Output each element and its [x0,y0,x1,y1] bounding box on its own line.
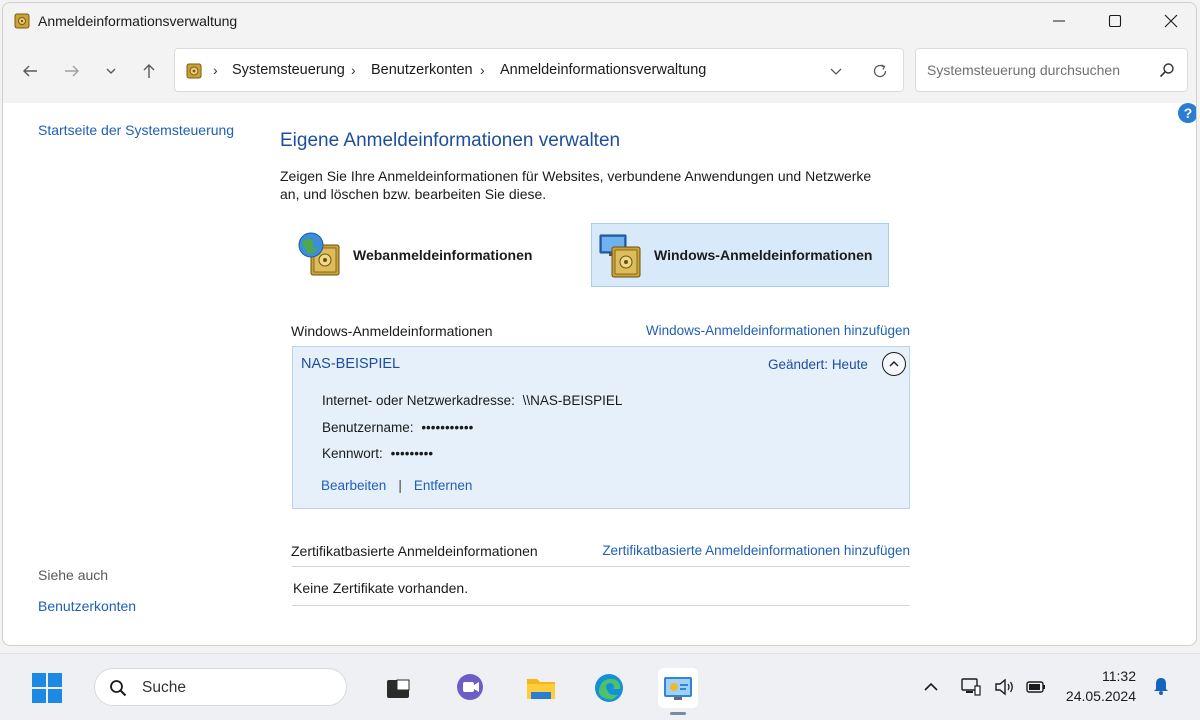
password-label: Kennwort: [322,446,383,461]
windows-credentials-vault-icon [599,234,641,278]
certificate-credentials-heading: Zertifikatbasierte Anmeldeinformationen [291,543,538,559]
address-label: Internet- oder Netzwerkadresse: [322,393,515,408]
breadcrumb-benutzerkonten[interactable]: Benutzerkonten [371,62,473,78]
window-title: Anmeldeinformationsverwaltung [38,13,238,29]
changed-value: Heute [831,357,868,372]
windows-credentials-heading: Windows-Anmeldeinformationen [291,323,493,339]
refresh-icon[interactable] [871,62,889,80]
add-windows-credential-link[interactable]: Windows-Anmeldeinformationen hinzufügen [608,323,910,338]
user-accounts-link[interactable]: Benutzerkonten [38,598,136,614]
password-field: Kennwort: ••••••••• [322,446,433,461]
help-icon[interactable]: ? [1178,103,1196,123]
control-panel-app[interactable] [658,668,698,715]
edge-browser-app[interactable] [589,668,629,708]
arrow-right-icon [65,65,79,77]
navigation-bar: › Systemsteuerung › Benutzerkonten › Anm… [3,39,1196,103]
breadcrumb-separator-icon: › [213,62,218,78]
credential-changed: Geändert: Heute [768,357,868,372]
teams-app[interactable] [450,668,490,708]
breadcrumb-separator-icon: › [480,62,485,78]
no-certificates-text: Keine Zertifikate vorhanden. [293,580,469,596]
taskview-app[interactable] [378,668,418,708]
collapse-button[interactable] [882,352,906,376]
close-button[interactable] [1143,3,1196,39]
forward-button[interactable] [57,56,87,86]
taskbar: Suche 11:32 24.05.2024 [0,653,1200,720]
add-certificate-credential-link[interactable]: Zertifikatbasierte Anmeldeinformationen … [563,543,910,558]
search-input[interactable] [927,60,1152,80]
clock-time: 11:32 [1102,668,1136,684]
see-also-heading: Siehe auch [38,567,109,583]
breadcrumb-separator-icon: › [351,62,356,78]
control-panel-taskbar-icon [664,677,692,700]
search-icon[interactable] [1159,62,1175,78]
password-value: ••••••••• [390,446,434,461]
chevron-up-icon[interactable] [920,676,942,698]
address-value: \\NAS-BEISPIEL [522,393,623,408]
minimize-icon [1053,20,1065,22]
username-label: Benutzername: [322,420,414,435]
web-credentials-button[interactable]: Webanmeldeinformationen [291,223,581,287]
recent-locations-button[interactable] [96,56,126,86]
page-description: Zeigen Sie Ihre Anmeldeinformationen für… [280,168,872,202]
network-icon[interactable] [960,676,982,698]
active-app-indicator [670,712,686,715]
file-explorer-app[interactable] [521,668,561,708]
task-view-icon [387,679,410,698]
search-icon [110,680,127,697]
credential-name[interactable]: NAS-BEISPIEL [301,356,400,372]
taskbar-search-label: Suche [142,679,186,696]
close-icon [1164,14,1178,28]
page-title: Eigene Anmeldeinformationen verwalten [280,130,621,151]
system-clock[interactable]: 11:32 24.05.2024 [1052,666,1136,706]
search-box[interactable] [915,48,1188,92]
action-separator: | [398,478,402,493]
credential-entry: NAS-BEISPIEL Geändert: Heute Internet- o… [292,346,910,509]
back-button[interactable] [15,56,45,86]
divider [292,566,910,567]
address-dropdown-icon[interactable] [827,62,845,80]
clock-date: 24.05.2024 [1065,688,1136,704]
control-panel-icon [186,63,202,79]
credential-manager-window: Anmeldeinformationsverwaltung › Systemst… [2,2,1197,646]
windows-credentials-button[interactable]: Windows-Anmeldeinformationen [591,223,889,287]
windows-start-icon[interactable] [31,672,63,704]
title-bar[interactable]: Anmeldeinformationsverwaltung [3,3,1196,39]
minimize-button[interactable] [1031,3,1087,39]
folder-icon [527,679,555,699]
web-credentials-vault-icon [298,232,340,276]
address-field: Internet- oder Netzwerkadresse: \\NAS-BE… [322,393,622,408]
breadcrumb-anmeldeinformationsverwaltung[interactable]: Anmeldeinformationsverwaltung [500,62,706,78]
remove-credential-link[interactable]: Entfernen [414,478,473,493]
breadcrumb-systemsteuerung[interactable]: Systemsteuerung [232,62,345,78]
username-value: ••••••••••• [421,420,474,435]
maximize-button[interactable] [1087,3,1143,39]
battery-icon[interactable] [1025,676,1047,698]
up-button[interactable] [134,56,164,86]
teams-chat-icon [457,674,483,700]
web-credentials-label: Webanmeldeinformationen [353,247,533,263]
taskbar-search[interactable]: Suche [94,668,347,706]
credential-vault-icon [14,13,30,29]
changed-label: Geändert: [768,357,829,372]
control-panel-home-link[interactable]: Startseite der Systemsteuerung [38,122,234,138]
arrow-up-icon [143,64,155,78]
notification-bell-icon[interactable] [1151,676,1171,696]
credential-actions: Bearbeiten | Entfernen [321,478,472,493]
arrow-left-icon [23,65,37,77]
edge-icon [595,674,623,702]
username-field: Benutzername: ••••••••••• [322,420,473,435]
edit-credential-link[interactable]: Bearbeiten [321,478,386,493]
chevron-down-icon [106,68,116,74]
address-bar[interactable]: › Systemsteuerung › Benutzerkonten › Anm… [174,48,904,92]
maximize-icon [1108,14,1122,28]
chevron-up-icon [889,361,899,367]
windows-credentials-label: Windows-Anmeldeinformationen [654,247,873,263]
divider [292,605,910,606]
volume-icon[interactable] [993,676,1015,698]
